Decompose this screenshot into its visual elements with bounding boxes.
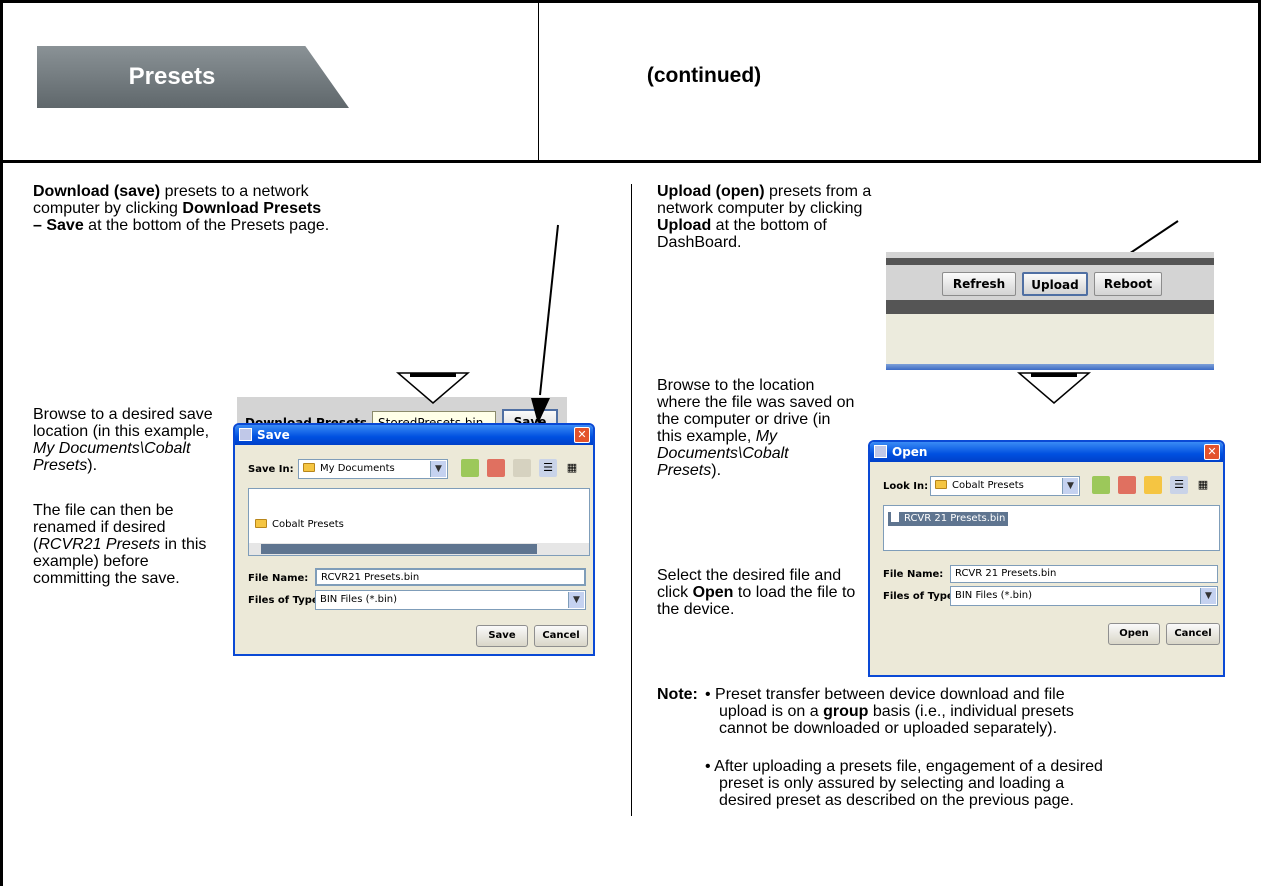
open-file-list[interactable]: RCVR 21 Presets.bin (883, 505, 1220, 551)
look-in-combo[interactable]: Cobalt Presets ▼ (930, 476, 1080, 496)
file-name-label: File Name: (248, 573, 309, 584)
step-down-triangle-right (1016, 372, 1092, 404)
select-open-paragraph: Select the desired file and click Open t… (657, 567, 857, 618)
upload-button[interactable]: Upload (1022, 272, 1088, 296)
open-dialog-titlebar: Open ✕ (870, 442, 1223, 462)
bar-status-area (886, 314, 1214, 364)
java-app-icon (239, 428, 252, 441)
list-view-icon[interactable]: ☰ (539, 459, 557, 477)
refresh-button[interactable]: Refresh (942, 272, 1016, 296)
chevron-down-icon[interactable]: ▼ (1062, 478, 1078, 494)
save-button[interactable]: Save (476, 625, 528, 647)
file-type-combo[interactable]: BIN Files (*.bin) ▼ (315, 590, 586, 610)
horizontal-scrollbar[interactable] (249, 543, 589, 555)
chevron-down-icon[interactable]: ▼ (1200, 588, 1216, 604)
folder-icon (935, 480, 947, 489)
new-folder-icon[interactable] (513, 459, 531, 477)
new-folder-icon[interactable] (1144, 476, 1162, 494)
browse-open-paragraph: Browse to the location where the file wa… (657, 377, 857, 479)
upload-open-term: Upload (open) (657, 183, 765, 200)
open-dialog: Open ✕ Look In: Cobalt Presets ▼ ☰ ▦ RCV… (868, 440, 1225, 677)
open-dialog-title: Open (892, 445, 928, 459)
save-callout-arrow-head (531, 398, 550, 424)
folder-icon (303, 463, 315, 472)
note-bullet-1: • Preset transfer between device downloa… (705, 686, 1113, 737)
note-group-term: group (823, 703, 869, 720)
open-button[interactable]: Open (1108, 623, 1160, 645)
file-type-combo[interactable]: BIN Files (*.bin) ▼ (950, 586, 1218, 606)
file-icon (891, 512, 899, 522)
file-type-label: Files of Type: (248, 595, 323, 606)
upload-term: Upload (657, 217, 712, 234)
file-type-value: BIN Files (*.bin) (955, 590, 1033, 601)
open-toolbar: ☰ ▦ (1090, 476, 1222, 494)
look-in-value: Cobalt Presets (952, 480, 1024, 491)
list-view-icon[interactable]: ☰ (1170, 476, 1188, 494)
cancel-button[interactable]: Cancel (534, 625, 588, 647)
details-view-icon[interactable]: ▦ (563, 459, 581, 477)
list-item[interactable]: RCVR 21 Presets.bin (888, 512, 1009, 526)
save-dialog-titlebar: Save ✕ (235, 425, 593, 445)
save-callout-arrow-line (539, 224, 559, 396)
step-down-triangle-left (395, 372, 471, 404)
folder-icon (255, 519, 267, 528)
home-icon[interactable] (1118, 476, 1136, 494)
bar-blue-edge (886, 364, 1214, 370)
save-in-value: My Documents (320, 463, 395, 474)
list-item[interactable]: Cobalt Presets (255, 519, 344, 530)
file-type-value: BIN Files (*.bin) (320, 594, 398, 605)
upload-intro: Upload (open) presets from a network com… (657, 183, 887, 251)
bar-stripe-bottom (886, 300, 1214, 314)
chevron-down-icon[interactable]: ▼ (568, 592, 584, 608)
save-in-label: Save In: (248, 464, 294, 475)
browse-open-text2: ). (711, 462, 722, 479)
save-dialog-title: Save (257, 428, 290, 442)
list-item-label: Cobalt Presets (272, 519, 344, 530)
up-folder-icon[interactable] (1092, 476, 1110, 494)
bar-stripe-top (886, 258, 1214, 265)
save-toolbar: ☰ ▦ (459, 459, 591, 477)
scrollbar-thumb[interactable] (261, 544, 537, 554)
up-folder-icon[interactable] (461, 459, 479, 477)
close-icon[interactable]: ✕ (1204, 444, 1220, 460)
cancel-button[interactable]: Cancel (1166, 623, 1220, 645)
note-bullet-2: • After uploading a presets file, engage… (705, 758, 1103, 809)
reboot-button[interactable]: Reboot (1094, 272, 1162, 296)
look-in-label: Look In: (883, 481, 929, 492)
save-file-list[interactable]: Cobalt Presets (248, 488, 590, 556)
open-term: Open (692, 584, 734, 601)
list-item-label: RCVR 21 Presets.bin (904, 513, 1006, 524)
file-name-input[interactable]: RCVR 21 Presets.bin (950, 565, 1218, 583)
details-view-icon[interactable]: ▦ (1194, 476, 1212, 494)
close-icon[interactable]: ✕ (574, 427, 590, 443)
save-dialog: Save ✕ Save In: My Documents ▼ ☰ ▦ Cobal… (233, 423, 595, 656)
file-type-label: Files of Type: (883, 591, 958, 602)
home-icon[interactable] (487, 459, 505, 477)
save-in-combo[interactable]: My Documents ▼ (298, 459, 448, 479)
file-name-label: File Name: (883, 569, 944, 580)
chevron-down-icon[interactable]: ▼ (430, 461, 446, 477)
file-name-input[interactable]: RCVR21 Presets.bin (315, 568, 586, 586)
java-app-icon (874, 445, 887, 458)
